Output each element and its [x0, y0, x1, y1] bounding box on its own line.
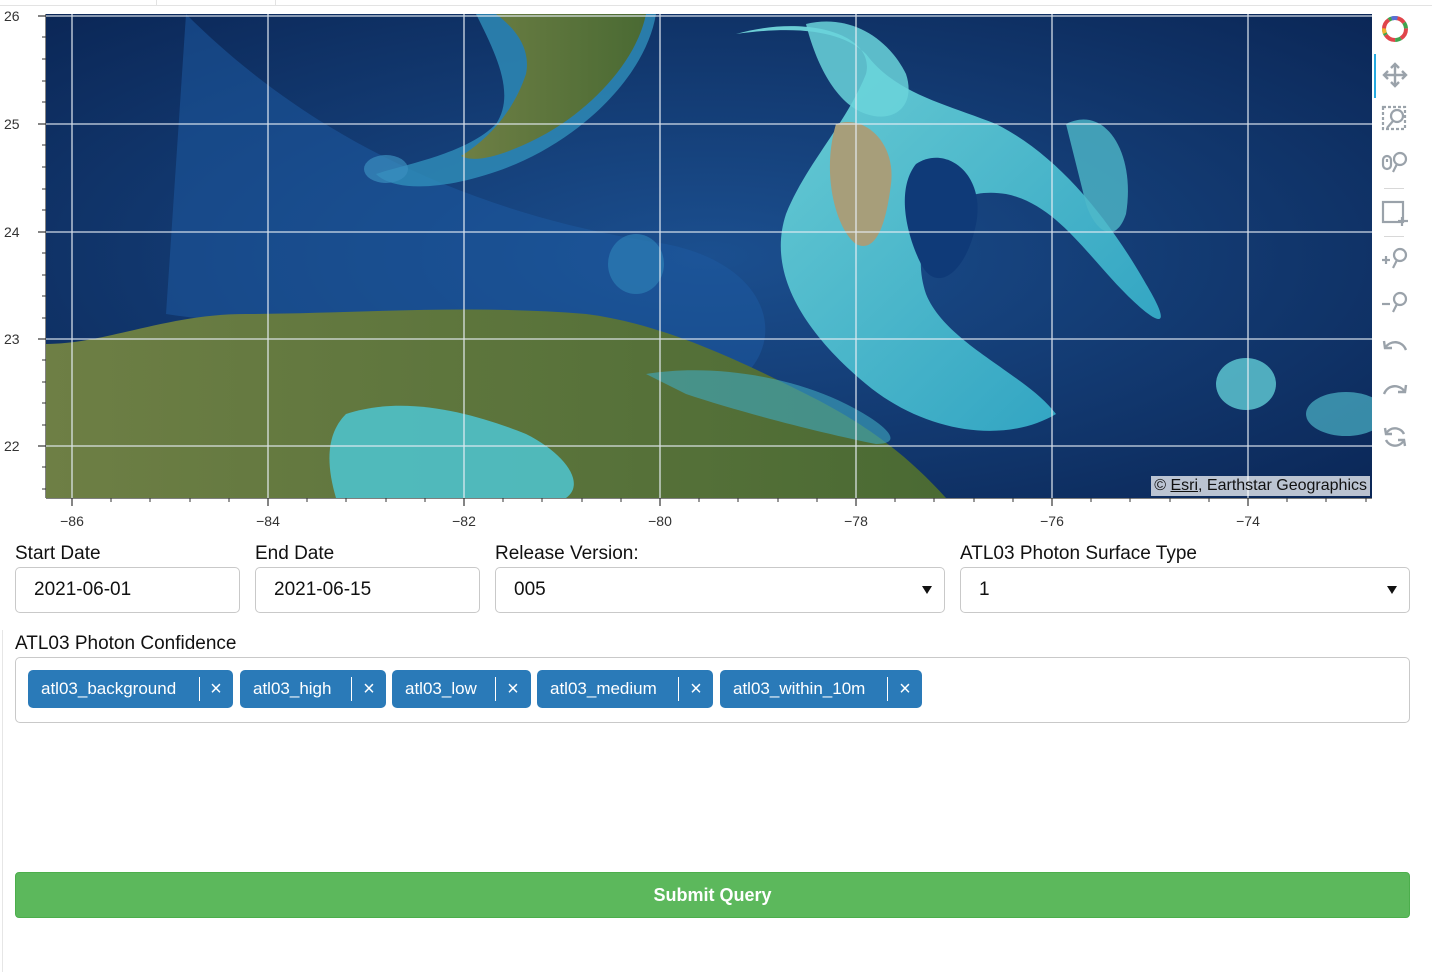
chevron-down-icon [922, 586, 932, 594]
chip-divider [351, 677, 352, 701]
chip-label: atl03_high [253, 679, 332, 698]
redo-icon[interactable] [1380, 376, 1410, 406]
shoal [608, 234, 664, 294]
x-tick-label: −84 [256, 513, 280, 529]
surface-type-label: ATL03 Photon Surface Type [960, 543, 1197, 564]
x-tick-label: −74 [1236, 513, 1260, 529]
box-zoom-icon[interactable] [1380, 104, 1410, 134]
x-tick-label: −80 [648, 513, 672, 529]
chip-atl03-background[interactable]: atl03_background × [28, 670, 233, 708]
close-icon[interactable]: × [206, 670, 226, 708]
map-attribution: © Esri, Earthstar Geographics [1151, 476, 1370, 496]
x-tick-label: −76 [1040, 513, 1064, 529]
chevron-down-icon [1387, 586, 1397, 594]
release-version-select[interactable]: 005 [495, 567, 945, 613]
reset-icon[interactable] [1380, 422, 1410, 452]
pan-icon[interactable] [1380, 60, 1410, 90]
box-select-icon[interactable] [1380, 198, 1410, 228]
attribution-prefix: © [1154, 477, 1171, 494]
start-date-input[interactable]: 2021-06-01 [15, 567, 240, 613]
close-icon[interactable]: × [895, 670, 915, 708]
zoom-out-icon[interactable] [1380, 288, 1410, 318]
chip-label: atl03_low [405, 679, 477, 698]
shoal-east [1216, 358, 1276, 410]
chip-divider [495, 677, 496, 701]
bokeh-logo-icon[interactable] [1380, 14, 1410, 44]
chip-label: atl03_medium [550, 679, 657, 698]
x-tick-label: −82 [452, 513, 476, 529]
plot-toolbar [1374, 6, 1416, 476]
release-version-label: Release Version: [495, 543, 639, 564]
chip-divider [199, 677, 200, 701]
release-version-value: 005 [514, 579, 546, 600]
x-tick-label: −86 [60, 513, 84, 529]
close-icon[interactable]: × [503, 670, 523, 708]
chip-divider [887, 677, 888, 701]
confidence-multichoice[interactable]: atl03_background × atl03_high × atl03_lo… [15, 657, 1410, 723]
end-date-label: End Date [255, 543, 335, 564]
surface-type-select[interactable]: 1 [960, 567, 1410, 613]
x-tick-label: −78 [844, 513, 868, 529]
start-date-label: Start Date [15, 543, 101, 564]
close-icon[interactable]: × [686, 670, 706, 708]
end-date-input[interactable]: 2021-06-15 [255, 567, 480, 613]
chip-atl03-low[interactable]: atl03_low × [392, 670, 531, 708]
zoom-in-icon[interactable] [1380, 244, 1410, 274]
toolbar-separator [1384, 236, 1404, 237]
chip-atl03-high[interactable]: atl03_high × [240, 670, 386, 708]
chip-atl03-within-10m[interactable]: atl03_within_10m × [720, 670, 922, 708]
chip-divider [678, 677, 679, 701]
submit-query-button[interactable]: Submit Query [15, 872, 1410, 918]
map-plot: 26 25 24 23 22 −86 −84 −82 −80 −78 −76 −… [0, 6, 1432, 536]
close-icon[interactable]: × [359, 670, 379, 708]
satellite-map-canvas[interactable]: © Esri, Earthstar Geographics [46, 14, 1372, 498]
undo-icon[interactable] [1380, 332, 1410, 362]
shoal [364, 155, 408, 183]
chip-label: atl03_within_10m [733, 679, 866, 698]
chip-label: atl03_background [41, 679, 177, 698]
active-tool-indicator [1374, 54, 1376, 98]
wheel-zoom-icon[interactable] [1380, 148, 1410, 178]
surface-type-value: 1 [979, 579, 990, 600]
confidence-label: ATL03 Photon Confidence [15, 633, 237, 654]
left-divider [2, 630, 3, 972]
attribution-suffix: , Earthstar Geographics [1198, 477, 1367, 494]
toolbar-separator [1384, 188, 1404, 189]
esri-link[interactable]: Esri [1170, 477, 1198, 494]
chip-atl03-medium[interactable]: atl03_medium × [537, 670, 713, 708]
